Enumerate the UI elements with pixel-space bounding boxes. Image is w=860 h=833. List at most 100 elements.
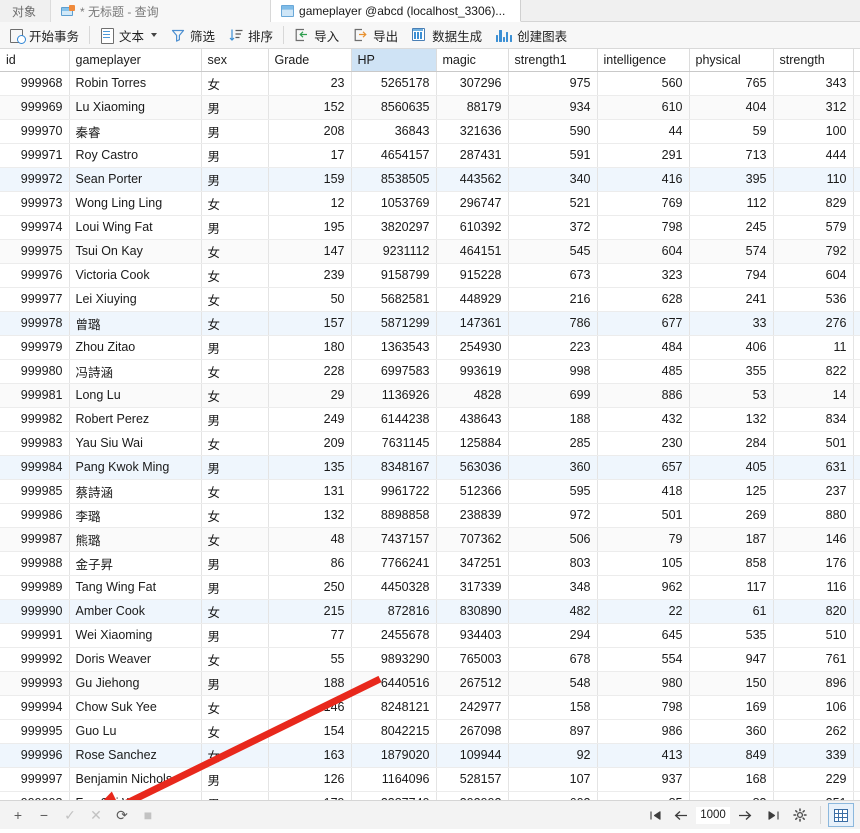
begin-transaction-button[interactable]: 开始事务: [2, 24, 86, 47]
cell-physical[interactable]: 405: [689, 455, 774, 480]
last-page-button[interactable]: [760, 804, 786, 826]
cell-physical[interactable]: 112: [689, 191, 774, 216]
cell-HP[interactable]: 9231112: [351, 239, 437, 264]
cell-id[interactable]: 999981: [0, 383, 70, 408]
cell-sex[interactable]: 女: [201, 191, 269, 216]
grid-header-pad[interactable]: [853, 49, 860, 72]
cell-physical[interactable]: 169: [689, 695, 774, 720]
cell-pad[interactable]: [853, 647, 860, 672]
cell-intelligence[interactable]: 798: [597, 695, 690, 720]
cell-strength[interactable]: 510: [773, 623, 854, 648]
cell-strength1[interactable]: 590: [508, 119, 598, 144]
create-chart-button[interactable]: 创建图表: [489, 24, 574, 47]
cell-intelligence[interactable]: 323: [597, 263, 690, 288]
cell-HP[interactable]: 5265178: [351, 71, 437, 96]
cell-strength1[interactable]: 294: [508, 623, 598, 648]
cell-Grade[interactable]: 250: [268, 575, 352, 600]
cell-id[interactable]: 999989: [0, 575, 70, 600]
cell-id[interactable]: 999985: [0, 479, 70, 504]
cell-gameplayer[interactable]: Tang Wing Fat: [69, 575, 202, 600]
cell-id[interactable]: 999968: [0, 71, 70, 96]
cell-strength1[interactable]: 897: [508, 719, 598, 744]
grid-header-magic[interactable]: magic: [436, 49, 509, 72]
cell-strength[interactable]: 820: [773, 599, 854, 624]
cell-intelligence[interactable]: 798: [597, 215, 690, 240]
text-view-button[interactable]: 文本: [93, 24, 164, 47]
cell-intelligence[interactable]: 962: [597, 575, 690, 600]
cell-strength[interactable]: 761: [773, 647, 854, 672]
cell-Grade[interactable]: 29: [268, 383, 352, 408]
cell-pad[interactable]: [853, 335, 860, 360]
cell-strength[interactable]: 792: [773, 239, 854, 264]
cell-id[interactable]: 999992: [0, 647, 70, 672]
cell-gameplayer[interactable]: Wei Xiaoming: [69, 623, 202, 648]
table-row[interactable]: 999990 Amber Cook 女 215 872816 830890 482 22 61 8…: [0, 599, 860, 624]
cell-pad[interactable]: [853, 263, 860, 288]
cell-sex[interactable]: 男: [201, 575, 269, 600]
cell-strength[interactable]: 444: [773, 143, 854, 168]
cell-intelligence[interactable]: 85: [597, 791, 690, 800]
cell-Grade[interactable]: 157: [268, 311, 352, 336]
table-row[interactable]: 999988 金子昇男 86 7766241 347251 803 105 858 176: [0, 551, 860, 576]
cell-sex[interactable]: 男: [201, 143, 269, 168]
cell-id[interactable]: 999986: [0, 503, 70, 528]
cell-gameplayer[interactable]: Chow Suk Yee: [69, 695, 202, 720]
table-row[interactable]: 999984 Pang Kwok Ming 男 135 8348167 563036 360…: [0, 455, 860, 480]
grid-header-strength1[interactable]: strength1: [508, 49, 598, 72]
cell-HP[interactable]: 1136926: [351, 383, 437, 408]
cell-gameplayer[interactable]: Zhou Zitao: [69, 335, 202, 360]
cell-pad[interactable]: [853, 671, 860, 696]
cell-magic[interactable]: 254930: [436, 335, 509, 360]
cell-magic[interactable]: 109944: [436, 743, 509, 768]
cell-Grade[interactable]: 163: [268, 743, 352, 768]
table-row[interactable]: 999994 Chow Suk Yee 女 146 8248121 242977 158 79…: [0, 695, 860, 720]
cell-Grade[interactable]: 48: [268, 527, 352, 552]
cell-strength[interactable]: 262: [773, 719, 854, 744]
cell-strength1[interactable]: 673: [508, 263, 598, 288]
cell-HP[interactable]: 6440516: [351, 671, 437, 696]
cell-HP[interactable]: 8898858: [351, 503, 437, 528]
cell-pad[interactable]: [853, 479, 860, 504]
grid-header-Grade[interactable]: Grade: [268, 49, 352, 72]
cell-strength1[interactable]: 285: [508, 431, 598, 456]
cell-sex[interactable]: 女: [201, 599, 269, 624]
cell-id[interactable]: 999974: [0, 215, 70, 240]
table-row[interactable]: 999970 秦睿男 208 36843 321636 590 44 59 100: [0, 119, 860, 144]
table-row[interactable]: 999980 冯詩涵女 228 6997583 993619 998 485 355 822: [0, 359, 860, 384]
cell-physical[interactable]: 284: [689, 431, 774, 456]
cell-strength[interactable]: 604: [773, 263, 854, 288]
cell-sex[interactable]: 男: [201, 791, 269, 800]
cell-HP[interactable]: 8248121: [351, 695, 437, 720]
cell-gameplayer[interactable]: 蔡詩涵: [69, 479, 202, 504]
cell-pad[interactable]: [853, 791, 860, 800]
cell-Grade[interactable]: 215: [268, 599, 352, 624]
cell-Grade[interactable]: 239: [268, 263, 352, 288]
cell-sex[interactable]: 女: [201, 359, 269, 384]
cell-strength[interactable]: 880: [773, 503, 854, 528]
cell-sex[interactable]: 女: [201, 719, 269, 744]
cell-strength[interactable]: 11: [773, 335, 854, 360]
cell-magic[interactable]: 765003: [436, 647, 509, 672]
cell-physical[interactable]: 241: [689, 287, 774, 312]
cell-strength1[interactable]: 506: [508, 527, 598, 552]
cell-HP[interactable]: 36843: [351, 119, 437, 144]
cell-strength1[interactable]: 372: [508, 215, 598, 240]
cell-Grade[interactable]: 86: [268, 551, 352, 576]
cell-intelligence[interactable]: 980: [597, 671, 690, 696]
cell-intelligence[interactable]: 484: [597, 335, 690, 360]
cell-strength1[interactable]: 545: [508, 239, 598, 264]
cell-gameplayer[interactable]: Lu Xiaoming: [69, 95, 202, 120]
cell-strength[interactable]: 14: [773, 383, 854, 408]
cell-pad[interactable]: [853, 767, 860, 792]
cell-pad[interactable]: [853, 191, 860, 216]
cell-strength[interactable]: 339: [773, 743, 854, 768]
cell-strength1[interactable]: 340: [508, 167, 598, 192]
cell-intelligence[interactable]: 657: [597, 455, 690, 480]
cell-id[interactable]: 999987: [0, 527, 70, 552]
cell-strength1[interactable]: 602: [508, 791, 598, 800]
cell-physical[interactable]: 269: [689, 503, 774, 528]
cell-strength[interactable]: 106: [773, 695, 854, 720]
cell-gameplayer[interactable]: Roy Castro: [69, 143, 202, 168]
cell-id[interactable]: 999970: [0, 119, 70, 144]
cell-magic[interactable]: 993619: [436, 359, 509, 384]
